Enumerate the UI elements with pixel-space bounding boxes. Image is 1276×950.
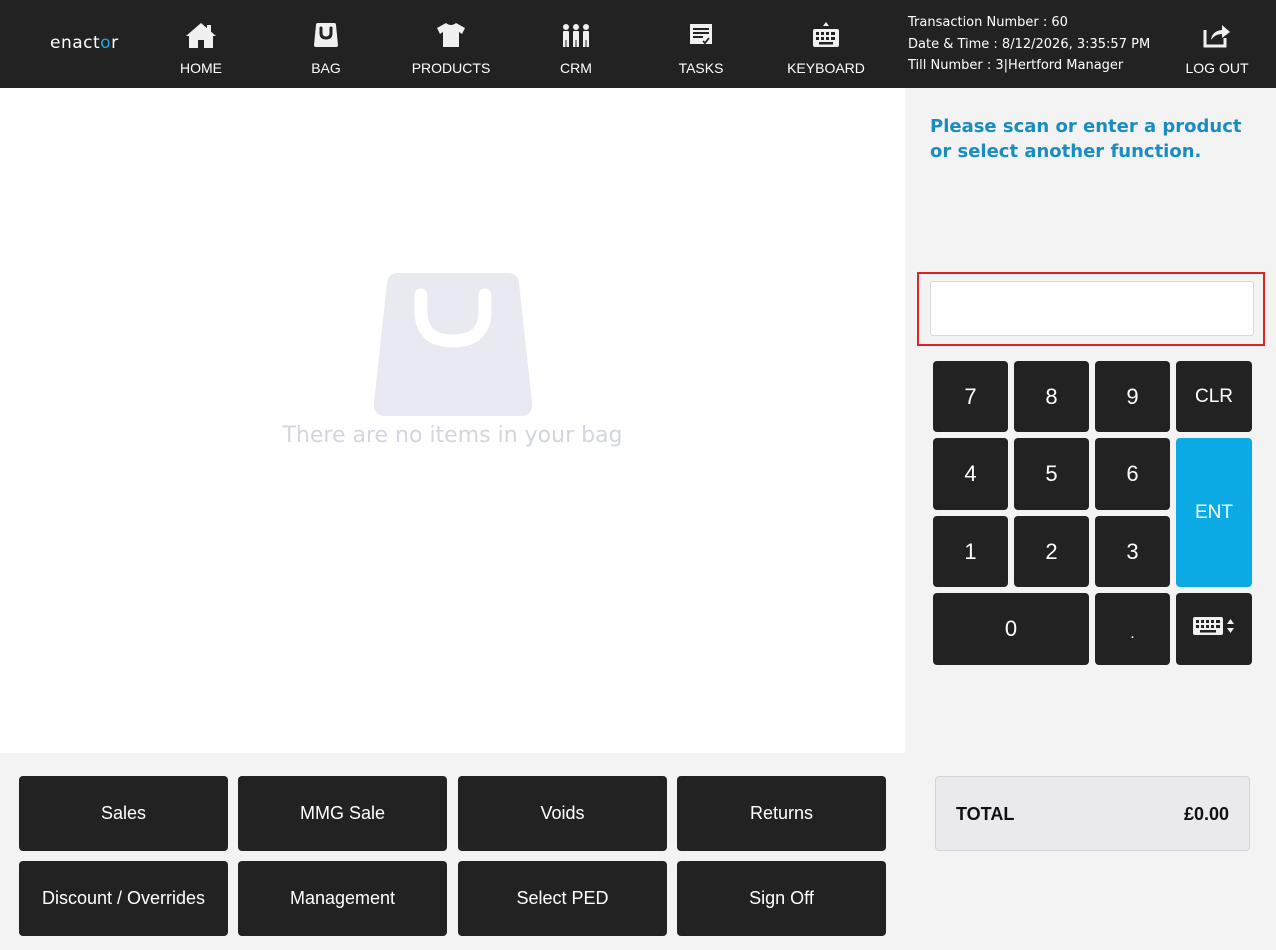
nav-bag[interactable]: BAG	[271, 0, 381, 88]
bag-area: There are no items in your bag	[0, 88, 905, 753]
nav-keyboard[interactable]: KEYBOARD	[771, 0, 881, 88]
nav-crm[interactable]: CRM	[521, 0, 631, 88]
top-bar: enactor HOME BAG PRODUCTS CRM TASKS KEYB…	[0, 0, 1276, 88]
tshirt-icon	[435, 20, 467, 50]
total-value: £0.00	[1183, 804, 1229, 824]
key-4[interactable]: 4	[933, 438, 1008, 510]
input-focus-frame	[917, 272, 1265, 346]
returns-button[interactable]: Returns	[677, 776, 886, 851]
people-icon	[560, 20, 592, 50]
nav-products-label: PRODUCTS	[411, 60, 491, 76]
key-decimal[interactable]: .	[1095, 593, 1170, 665]
till-number: Till Number : 3	[908, 58, 1004, 73]
key-7[interactable]: 7	[933, 361, 1008, 432]
logout-button[interactable]: LOG OUT	[1162, 0, 1272, 88]
nav-home[interactable]: HOME	[146, 0, 256, 88]
tasks-icon	[685, 20, 717, 50]
nav-tasks[interactable]: TASKS	[646, 0, 756, 88]
key-clear[interactable]: CLR	[1176, 361, 1252, 432]
total-label: TOTAL	[956, 804, 1015, 824]
prompt-message: Please scan or enter a product or select…	[930, 116, 1242, 162]
shopping-bag-icon	[373, 271, 533, 417]
logout-label: LOG OUT	[1185, 60, 1249, 76]
enactor-logo: enactor	[50, 33, 119, 53]
bag-icon	[310, 20, 342, 50]
nav-bag-label: BAG	[311, 60, 341, 76]
management-button[interactable]: Management	[238, 861, 447, 936]
nav-tasks-label: TASKS	[678, 60, 724, 76]
sales-button[interactable]: Sales	[19, 776, 228, 851]
key-2[interactable]: 2	[1014, 516, 1089, 587]
key-3[interactable]: 3	[1095, 516, 1170, 587]
user-name: Hertford Manager	[1008, 58, 1124, 73]
nav-crm-label: CRM	[560, 60, 592, 76]
home-icon	[185, 20, 217, 50]
nav-home-label: HOME	[180, 60, 222, 76]
key-enter[interactable]: ENT	[1176, 438, 1252, 587]
keyboard-toggle-button[interactable]	[1176, 593, 1252, 665]
logo-text-end: r	[111, 33, 119, 53]
date-time: Date & Time : 8/12/2026, 3:35:57 PM	[908, 36, 1151, 52]
voids-button[interactable]: Voids	[458, 776, 667, 851]
key-9[interactable]: 9	[1095, 361, 1170, 432]
sign-off-button[interactable]: Sign Off	[677, 861, 886, 936]
discount-overrides-button[interactable]: Discount / Overrides	[19, 861, 228, 936]
nav-keyboard-label: KEYBOARD	[787, 60, 865, 76]
total-panel: TOTAL £0.00	[935, 776, 1250, 851]
logout-icon	[1201, 20, 1233, 50]
transaction-number: Transaction Number : 60	[908, 15, 1068, 30]
logo-text: enact	[50, 33, 101, 53]
till-user-row: Till Number : 3|Hertford Manager	[908, 55, 1150, 77]
keyboard-icon	[810, 20, 842, 50]
key-1[interactable]: 1	[933, 516, 1008, 587]
right-panel: Please scan or enter a product or select…	[905, 88, 1276, 950]
transaction-info: Transaction Number : 60 Date & Time : 8/…	[908, 12, 1150, 77]
keyboard-toggle-icon	[1191, 614, 1237, 644]
product-input[interactable]	[930, 281, 1254, 336]
nav-products[interactable]: PRODUCTS	[396, 0, 506, 88]
mmg-sale-button[interactable]: MMG Sale	[238, 776, 447, 851]
logo-accent-letter: o	[100, 33, 112, 53]
key-6[interactable]: 6	[1095, 438, 1170, 510]
key-8[interactable]: 8	[1014, 361, 1089, 432]
select-ped-button[interactable]: Select PED	[458, 861, 667, 936]
key-5[interactable]: 5	[1014, 438, 1089, 510]
key-0[interactable]: 0	[933, 593, 1089, 665]
empty-bag-message: There are no items in your bag	[282, 423, 623, 448]
